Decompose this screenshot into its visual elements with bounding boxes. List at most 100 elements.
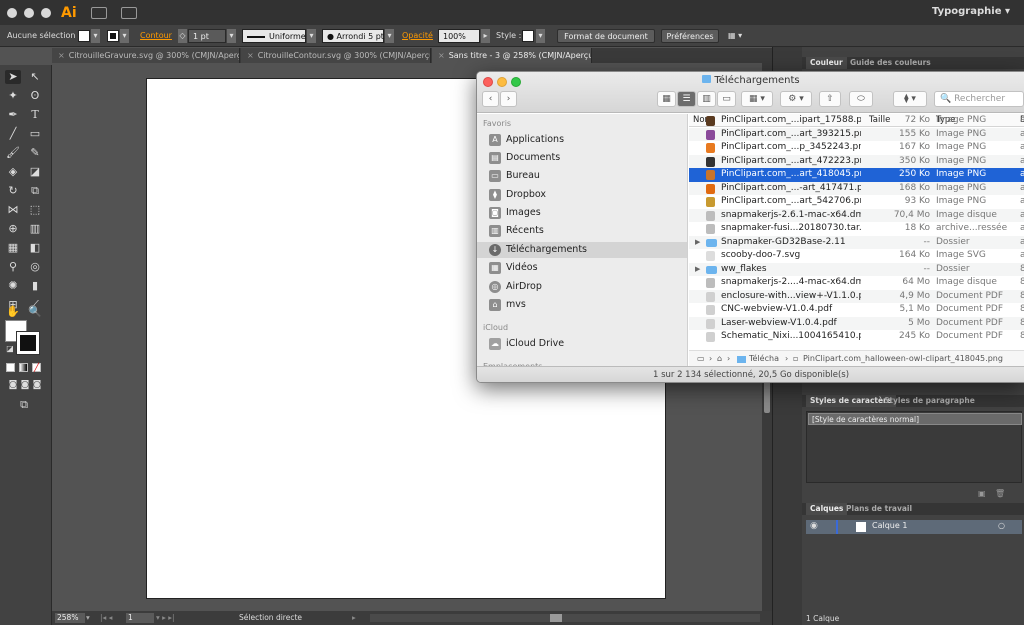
target-icon[interactable]: ○ [998,521,1005,530]
column-graph-tool-icon[interactable]: ▮ [27,279,43,293]
path-segment-file[interactable]: PinClipart.com_halloween-owl-clipart_418… [803,351,1003,366]
direct-selection-tool-icon[interactable]: ↖ [27,70,43,84]
file-row[interactable]: PinClipart.com_...art_418045.png250 KoIm… [689,168,1024,182]
brush-dropdown[interactable]: ▾ [385,29,394,43]
close-icon[interactable]: × [247,51,254,60]
opacity-link[interactable]: Opacité [402,29,433,43]
file-row[interactable]: PinClipart.com_...-art_417471.png168 KoI… [689,182,1024,196]
sidebar-item-icloud-drive[interactable]: ☁iCloud Drive [477,336,688,352]
file-row[interactable]: enclosure-with...view+-V1.1.0.pdf4,9 MoD… [689,290,1024,304]
file-row[interactable]: snapmakerjs-2....4-mac-x64.dmg64 MoImage… [689,276,1024,290]
sidebar-item-telechargements[interactable]: ↓Téléchargements [477,242,688,258]
close-icon[interactable]: × [58,51,65,60]
workspace-switcher[interactable]: Typographie ▾ [932,6,1010,17]
sidebar-item-mvs[interactable]: ⌂mvs [477,297,688,313]
stroke-profile-dropdown[interactable]: ▾ [307,29,316,43]
eye-icon[interactable]: ◉ [810,521,818,531]
sidebar-item-videos[interactable]: ▦Vidéos [477,260,688,276]
column-view-button[interactable]: ▥ [697,91,716,107]
sidebar-item-dropbox[interactable]: ⧫Dropbox [477,187,688,203]
arrange-documents-button[interactable] [121,7,137,19]
tab-color[interactable]: Couleur [806,57,847,69]
status-menu-arrow[interactable]: ▸ [352,613,356,623]
pen-tool-icon[interactable]: ✒ [5,108,21,122]
tab-paragraph-styles[interactable]: Styles de paragraphe [880,395,979,407]
gallery-view-button[interactable]: ▭ [717,91,736,107]
doc-tab-2[interactable]: ×CitrouilleContour.svg @ 300% (CMJN/Aper… [241,48,431,63]
char-style-item[interactable]: [Style de caractères normal] [808,413,1022,425]
tab-color-guide[interactable]: Guide des couleurs [846,57,935,69]
list-view-button[interactable]: ☰ [677,91,696,107]
window-minimize-button[interactable] [24,8,34,18]
sidebar-item-recents[interactable]: ▥Récents [477,223,688,239]
horizontal-scrollbar-thumb[interactable] [550,614,562,622]
action-gear-button[interactable]: ⚙ ▾ [780,91,812,107]
stroke-weight-input[interactable]: 1 pt [188,29,226,43]
zoom-level-field[interactable]: 258% [55,613,85,623]
sidebar-item-documents[interactable]: ▤Documents [477,150,688,166]
none-mode-icon[interactable]: ╱ [32,363,41,372]
layer-name[interactable]: Calque 1 [872,521,907,530]
stroke-dropdown[interactable]: ▾ [120,29,129,43]
sidebar-item-images[interactable]: ◙Images [477,205,688,221]
gradient-tool-icon[interactable]: ◧ [27,241,43,255]
horizontal-scrollbar[interactable] [370,614,760,622]
magic-wand-tool-icon[interactable]: ✦ [5,89,21,103]
back-button[interactable]: ‹ [482,91,499,107]
file-row[interactable]: ▶ww_flakes--Dossier8 [689,263,1024,277]
fill-dropdown[interactable]: ▾ [91,29,100,43]
eraser-tool-icon[interactable]: ◪ [27,165,43,179]
stroke-profile-select[interactable]: Uniforme [242,29,306,43]
shape-builder-tool-icon[interactable]: ⊕ [5,222,21,236]
group-by-button[interactable]: ▦ ▾ [741,91,773,107]
scale-tool-icon[interactable]: ⧉ [27,184,43,198]
sidebar-item-airdrop[interactable]: ◎AirDrop [477,279,688,295]
rectangle-tool-icon[interactable]: ▭ [27,127,43,141]
default-colors-icon[interactable]: ◪ [2,342,18,356]
doc-tab-1[interactable]: ×CitrouilleGravure.svg @ 300% (CMJN/Aper… [52,48,240,63]
paintbrush-tool-icon[interactable]: 🖌 [5,146,21,160]
align-options-icon[interactable]: ▦ ▾ [728,29,742,43]
search-field[interactable]: 🔍 Rechercher [934,91,1024,107]
blend-tool-icon[interactable]: ◎ [27,260,43,274]
type-tool-icon[interactable]: T [27,108,43,122]
file-row[interactable]: PinClipart.com_...ipart_17588.png72 KoIm… [689,114,1024,128]
window-close-button[interactable] [7,8,17,18]
file-row[interactable]: scooby-doo-7.svg164 KoImage SVGav [689,249,1024,263]
disclosure-triangle-icon[interactable]: ▶ [695,236,700,250]
file-row[interactable]: Laser-webview-V1.0.4.pdf5 MoDocument PDF… [689,317,1024,331]
style-swatch[interactable] [522,30,534,42]
doc-tab-3[interactable]: ×Sans titre - 3 @ 258% (CMJN/Aperçu) [432,48,592,63]
width-tool-icon[interactable]: ⋈ [5,203,21,217]
stroke-color-box[interactable] [17,332,39,354]
hand-tool-icon[interactable]: ✋ [5,305,21,319]
file-row[interactable]: PinClipart.com_...art_393215.png155 KoIm… [689,128,1024,142]
forward-button[interactable]: › [500,91,517,107]
tab-artboards[interactable]: Plans de travail [842,503,916,515]
selection-tool-icon[interactable]: ➤ [5,70,21,84]
perspective-grid-tool-icon[interactable]: ▥ [27,222,43,236]
dropbox-button[interactable]: ⧫ ▾ [893,91,927,107]
stroke-swatch[interactable] [107,30,119,42]
disclosure-triangle-icon[interactable]: ▶ [695,263,700,277]
sidebar-item-bureau[interactable]: ▭Bureau [477,168,688,184]
file-row[interactable]: ▶Snapmaker-GD32Base-2.11--Dossierav [689,236,1024,250]
tags-button[interactable]: ⬭ [849,91,873,107]
layer-row[interactable]: ◉ Calque 1 ○ [806,520,1022,534]
trash-icon[interactable]: 🗑 [995,489,1005,498]
close-icon[interactable]: × [438,51,445,60]
file-row[interactable]: CNC-webview-V1.0.4.pdf5,1 MoDocument PDF… [689,303,1024,317]
draw-inside-icon[interactable]: ◙ [29,378,45,392]
document-setup-button[interactable]: Format de document [557,29,655,43]
icon-view-button[interactable]: ▦ [657,91,676,107]
next-artboard-button[interactable]: ▾ ▸ ▸| [156,613,175,623]
opacity-dropdown[interactable]: ▸ [481,29,490,43]
line-tool-icon[interactable]: ╱ [5,127,21,141]
blob-brush-tool-icon[interactable]: ◈ [5,165,21,179]
artboard-number-field[interactable]: 1 [126,613,154,623]
eyedropper-tool-icon[interactable]: ⚲ [5,260,21,274]
preferences-button[interactable]: Préférences [661,29,719,43]
mesh-tool-icon[interactable]: ▦ [5,241,21,255]
lasso-tool-icon[interactable]: ʘ [27,89,43,103]
file-row[interactable]: Schematic_Nixi...1004165410.pdf245 KoDoc… [689,330,1024,344]
